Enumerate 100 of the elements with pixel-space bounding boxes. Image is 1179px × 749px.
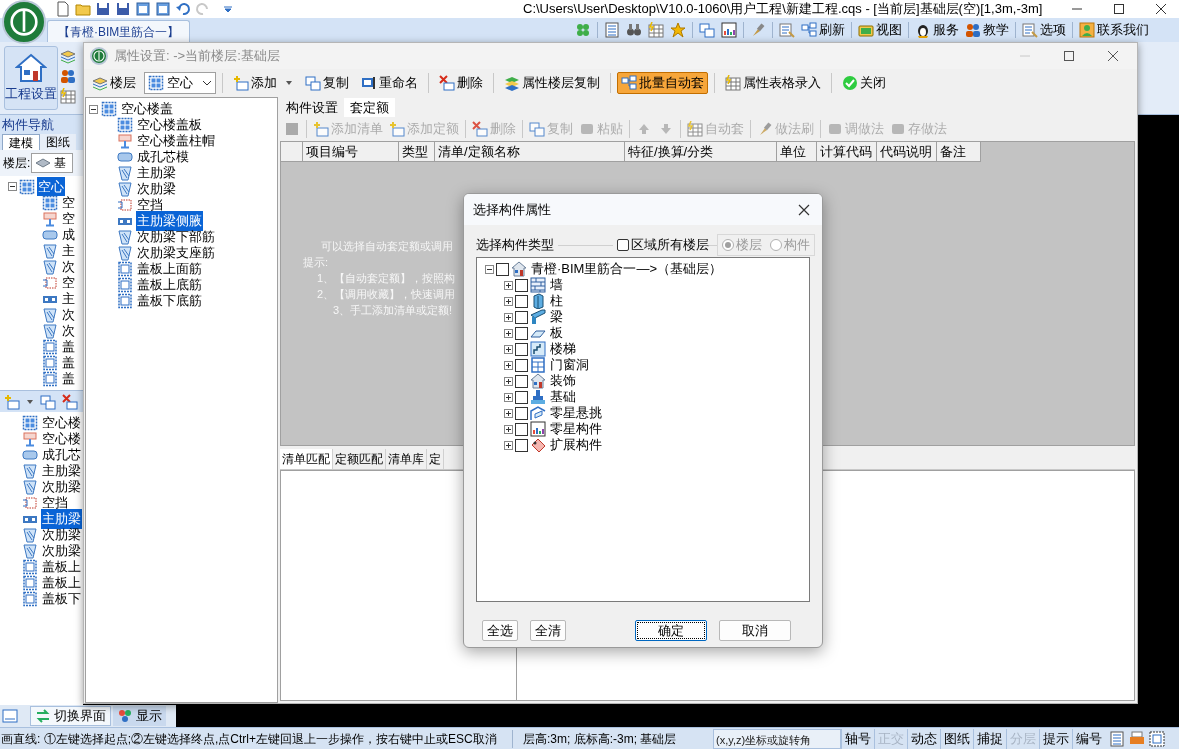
expand-icon[interactable] xyxy=(504,328,513,338)
ribbon-tab[interactable]: 【青橙·BIM里筋合一】 xyxy=(47,20,191,42)
maximize-icon[interactable] xyxy=(1063,50,1075,62)
collapse-icon[interactable] xyxy=(8,182,17,191)
foundation-icon xyxy=(530,389,546,405)
save-as-icon[interactable] xyxy=(115,1,131,17)
checkbox[interactable] xyxy=(515,278,528,292)
gap-icon xyxy=(42,275,58,291)
toolbar-button[interactable]: 选项 xyxy=(1022,20,1067,40)
dialog-button[interactable]: 全清 xyxy=(530,619,566,641)
toolbar-button[interactable]: 复制 xyxy=(301,72,353,94)
checkbox[interactable] xyxy=(496,262,509,276)
checkbox[interactable] xyxy=(515,438,528,452)
undo-icon[interactable] xyxy=(175,1,191,17)
frame-icon xyxy=(42,339,58,355)
expand-icon[interactable] xyxy=(504,280,513,290)
checkbox[interactable] xyxy=(515,358,528,372)
layers-icon[interactable] xyxy=(60,48,76,64)
status-toggle[interactable]: 捕捉 xyxy=(973,728,1006,749)
tree-item[interactable]: 主肋梁侧腋 xyxy=(136,211,203,231)
status-toggle[interactable]: 图纸 xyxy=(940,728,973,749)
checkbox[interactable] xyxy=(515,406,528,420)
expand-icon[interactable] xyxy=(504,392,513,402)
checkbox[interactable] xyxy=(515,374,528,388)
delete-icon[interactable] xyxy=(62,393,78,410)
printer-icon[interactable] xyxy=(1129,730,1145,747)
floor-label: 楼层: xyxy=(3,155,31,172)
close-icon[interactable] xyxy=(798,203,810,216)
checkbox[interactable] xyxy=(515,294,528,308)
component-dropdown[interactable]: 空心 xyxy=(144,72,216,94)
checkbox[interactable] xyxy=(515,310,528,324)
checkbox[interactable] xyxy=(515,390,528,404)
checkbox[interactable] xyxy=(515,342,528,356)
window-icon[interactable] xyxy=(155,1,171,17)
status-toggle[interactable]: 动态 xyxy=(907,728,940,749)
tab[interactable]: 清单库 xyxy=(386,449,427,469)
window-icon[interactable] xyxy=(135,1,151,17)
tab[interactable]: 套定额 xyxy=(344,98,395,117)
binoculars-icon[interactable] xyxy=(626,22,643,38)
collapse-icon[interactable] xyxy=(89,104,98,114)
coordinate-field[interactable]: (x,y,z)坐标或旋转角 xyxy=(713,728,841,749)
frame-icon xyxy=(42,355,58,371)
toolbar-button[interactable]: 关闭 xyxy=(838,72,890,94)
status-toggle[interactable]: 轴号 xyxy=(841,728,874,749)
tab[interactable]: 定 xyxy=(427,449,444,469)
bottom-tab[interactable]: 切换界面 xyxy=(30,706,111,726)
nav-tab[interactable]: 建模 xyxy=(2,134,40,150)
toolbar-button[interactable]: 联系我们 xyxy=(1079,20,1150,40)
checkbox[interactable]: 区域所有楼层 xyxy=(617,235,709,255)
toolbar-button[interactable]: 批量自动套 xyxy=(617,72,708,94)
dialog-button[interactable]: 全选 xyxy=(482,619,518,641)
frame-icon[interactable] xyxy=(1149,730,1165,747)
swap-icon[interactable] xyxy=(699,22,716,38)
toolbar-button[interactable]: 视图 xyxy=(858,20,903,40)
close-icon[interactable] xyxy=(1107,50,1119,62)
close-icon[interactable] xyxy=(1155,3,1167,15)
toolbar-button[interactable]: 服务 xyxy=(915,20,960,40)
dialog-button[interactable]: 取消 xyxy=(719,619,791,641)
dropdown-icon[interactable] xyxy=(26,397,34,406)
dialog-button[interactable]: 确定 xyxy=(635,619,707,641)
expand-icon[interactable] xyxy=(504,440,513,450)
toolbar-button[interactable]: 删除 xyxy=(435,72,487,94)
toolbar-button[interactable]: 教学 xyxy=(965,20,1010,40)
checkbox[interactable] xyxy=(515,422,528,436)
project-settings-button[interactable]: 工程设置 xyxy=(4,46,58,110)
bottom-tab[interactable]: 显示 xyxy=(113,706,166,726)
nav-tab[interactable]: 图纸 xyxy=(40,134,76,150)
status-toggle[interactable]: 提示 xyxy=(1039,728,1072,749)
expand-icon[interactable] xyxy=(504,296,513,306)
expand-icon[interactable] xyxy=(504,312,513,322)
toolbar-button[interactable]: 属性表格录入 xyxy=(721,72,825,94)
tab[interactable]: 定额匹配 xyxy=(333,449,386,469)
expand-icon[interactable] xyxy=(504,360,513,370)
checkbox[interactable] xyxy=(515,326,528,340)
expand-icon[interactable] xyxy=(504,344,513,354)
star-icon[interactable] xyxy=(670,22,687,38)
table-icon[interactable] xyxy=(60,88,76,104)
toolbar-button[interactable]: 楼层 xyxy=(88,72,140,94)
customize-icon[interactable] xyxy=(223,4,233,14)
column-header: 清单/定额名称 xyxy=(435,142,625,162)
beam-icon xyxy=(117,229,133,245)
toolbar-button[interactable]: 属性楼层复制 xyxy=(500,72,604,94)
floor-dropdown[interactable]: 基 xyxy=(31,153,74,173)
column-cap-icon xyxy=(42,211,58,227)
people-icon[interactable] xyxy=(60,68,76,84)
maximize-icon[interactable] xyxy=(1113,3,1125,15)
brush-icon[interactable] xyxy=(750,22,767,38)
expand-icon[interactable] xyxy=(504,424,513,434)
copy-icon[interactable] xyxy=(40,393,56,410)
tree-item[interactable]: 空心 xyxy=(37,176,65,197)
expand-icon[interactable] xyxy=(504,376,513,386)
expand-icon[interactable] xyxy=(504,408,513,418)
caret-icon xyxy=(285,79,293,87)
collapse-icon[interactable] xyxy=(485,264,494,274)
toolbar-button[interactable]: 重命名 xyxy=(357,72,422,94)
tree-item[interactable]: 主肋梁 xyxy=(41,509,82,529)
tab[interactable]: 清单匹配 xyxy=(280,449,333,469)
toolbar-button[interactable]: 添加 xyxy=(229,72,297,94)
status-toggle[interactable]: 编号 xyxy=(1072,728,1105,749)
toolbar-button[interactable]: 刷新 xyxy=(801,20,846,40)
